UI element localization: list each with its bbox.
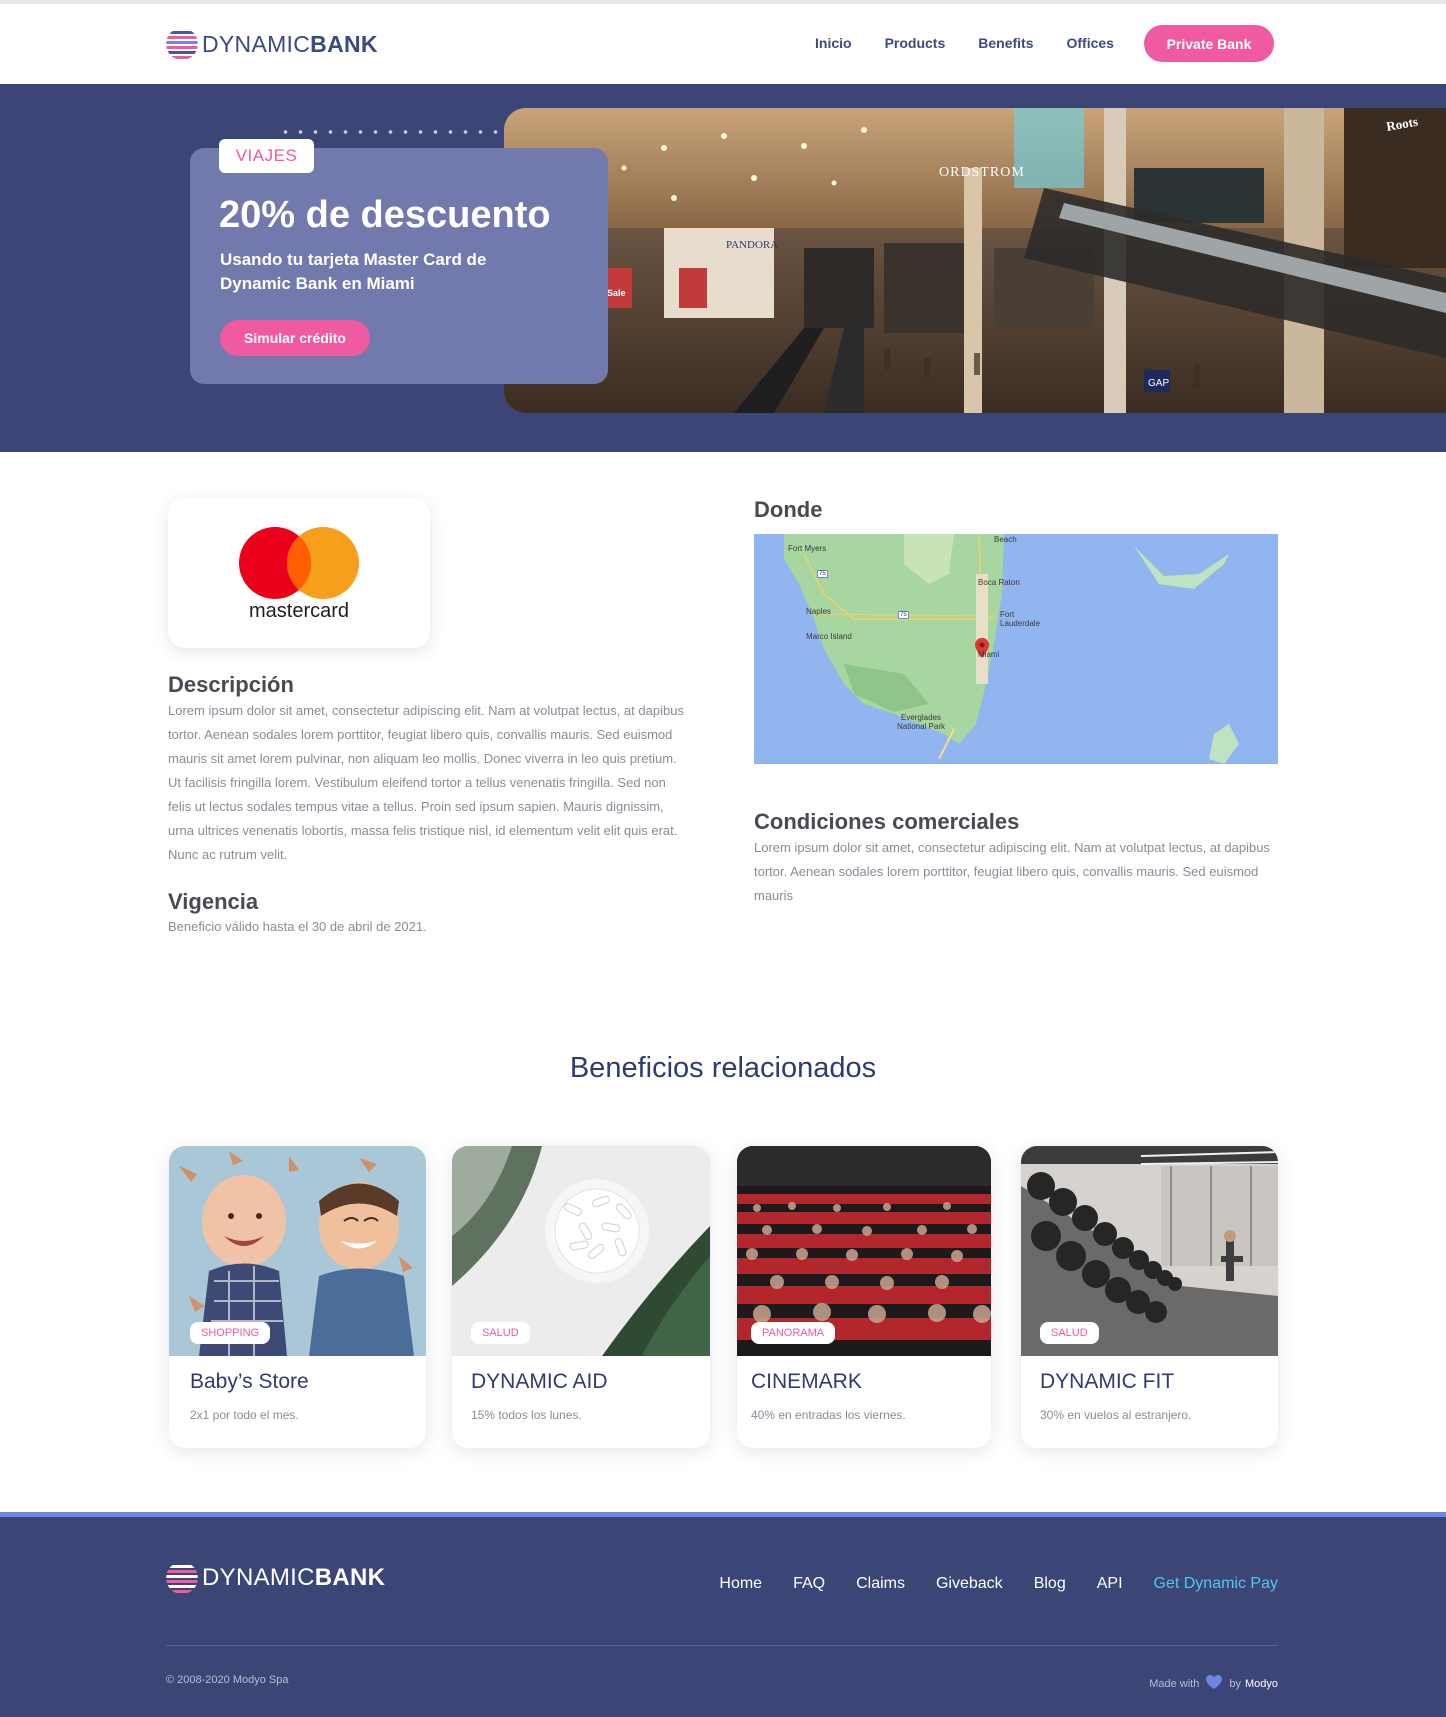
map-label-marco-island: Marco Island xyxy=(806,632,852,641)
benefit-card-dynamic-aid[interactable]: SALUD DYNAMIC AID 15% todos los lunes. xyxy=(452,1146,710,1448)
validity-text: Beneficio válido hasta el 30 de abril de… xyxy=(168,919,427,934)
category-chip: SHOPPING xyxy=(190,1322,271,1344)
hero-title: 20% de descuento xyxy=(219,194,551,236)
footer-logo[interactable]: DYNAMICBANK xyxy=(166,1562,385,1594)
site-footer: DYNAMICBANK Home FAQ Claims Giveback Blo… xyxy=(0,1512,1446,1717)
related-title: Beneficios relacionados xyxy=(569,1052,877,1084)
sale-sign: Sale xyxy=(607,288,626,298)
footer-nav: Home FAQ Claims Giveback Blog API Get Dy… xyxy=(719,1575,1278,1593)
category-chip: PANORAMA xyxy=(751,1322,836,1344)
category-tag: VIAJES xyxy=(219,139,314,173)
benefit-title: Baby’s Store xyxy=(190,1370,309,1393)
map-label-beach: Beach xyxy=(994,535,1017,544)
main-nav: Inicio Products Benefits Offices xyxy=(815,35,1114,51)
map-label-fort-myers: Fort Myers xyxy=(788,544,827,553)
map-label-everglades: Everglades National Park xyxy=(896,713,946,731)
logo-wordmark: DYNAMICBANK xyxy=(202,31,378,58)
benefit-title: CINEMARK xyxy=(751,1370,862,1393)
benefit-card-dynamic-fit[interactable]: SALUD DYNAMIC FIT 30% en vuelos al estra… xyxy=(1021,1146,1278,1448)
benefit-description: 40% en entradas los viernes. xyxy=(751,1408,906,1422)
by-text: by xyxy=(1229,1677,1241,1690)
map-highway-75-bottom: 75 xyxy=(898,611,909,619)
private-bank-button[interactable]: Private Bank xyxy=(1144,25,1274,62)
nav-benefits[interactable]: Benefits xyxy=(978,35,1033,51)
map-label-boca-raton: Boca Raton xyxy=(978,578,1020,587)
benefit-description: 15% todos los lunes. xyxy=(471,1408,582,1422)
map-label-fort-lauderdale: Fort Lauderdale xyxy=(1000,610,1041,628)
header-logo[interactable]: DYNAMICBANK xyxy=(166,28,378,60)
nav-products[interactable]: Products xyxy=(885,35,946,51)
map-label-miami: Miami xyxy=(978,650,1000,659)
benefit-card-cinemark[interactable]: PANORAMA CINEMARK 40% en entradas los vi… xyxy=(737,1146,991,1448)
conditions-title: Condiciones comerciales xyxy=(754,809,1020,834)
hero-subtitle: Usando tu tarjeta Master Card de Dynamic… xyxy=(220,250,487,293)
dynamicbank-logo-icon xyxy=(166,1562,198,1594)
category-chip: SALUD xyxy=(1040,1322,1099,1344)
footer-logo-wordmark: DYNAMICBANK xyxy=(202,1564,385,1592)
dots-decoration xyxy=(278,129,508,135)
category-chip: SALUD xyxy=(471,1322,530,1344)
location-map[interactable]: Fort Myers Beach Boca Raton Fort Lauderd… xyxy=(754,534,1278,764)
benefit-card-babys-store[interactable]: SHOPPING Baby’s Store 2x1 por todo el me… xyxy=(169,1146,426,1448)
description-text: Lorem ipsum dolor sit amet, consectetur … xyxy=(168,703,684,862)
modyo-link[interactable]: Modyo xyxy=(1245,1678,1278,1690)
footer-link-claims[interactable]: Claims xyxy=(856,1575,905,1593)
mastercard-logo-icon xyxy=(238,526,360,600)
footer-link-giveback[interactable]: Giveback xyxy=(936,1575,1003,1593)
benefit-description: 30% en vuelos al estranjero. xyxy=(1040,1408,1192,1422)
benefit-title: DYNAMIC FIT xyxy=(1040,1370,1175,1393)
card-brand-box: mastercard xyxy=(168,498,430,648)
nav-inicio[interactable]: Inicio xyxy=(815,35,852,51)
logo-light-text: DYNAMIC xyxy=(202,30,311,57)
site-header: DYNAMICBANK Inicio Products Benefits Off… xyxy=(0,4,1446,84)
copyright-text: © 2008-2020 Modyo Spa xyxy=(166,1674,289,1686)
card-brand-name: mastercard xyxy=(248,600,350,622)
made-with-text: Made with xyxy=(1149,1677,1200,1690)
logo-bold-text: BANK xyxy=(310,30,378,57)
map-label-naples: Naples xyxy=(806,607,831,616)
made-with-credit: Made with by Modyo xyxy=(1149,1674,1278,1693)
benefit-title: DYNAMIC AID xyxy=(471,1370,608,1393)
where-title: Donde xyxy=(754,497,823,522)
nav-offices[interactable]: Offices xyxy=(1066,35,1113,51)
conditions-text: Lorem ipsum dolor sit amet, consectetur … xyxy=(754,840,1270,903)
simular-credito-button[interactable]: Simular crédito xyxy=(220,320,370,356)
validity-title: Vigencia xyxy=(168,889,259,914)
hero-mall-photo: ORDSTROM PANDORA Roots GAP Sale xyxy=(504,108,1446,413)
logo-light-text: DYNAMIC xyxy=(202,1564,315,1591)
footer-link-get-dynamic-pay[interactable]: Get Dynamic Pay xyxy=(1154,1575,1278,1593)
pandora-sign: PANDORA xyxy=(726,239,778,251)
description-title: Descripción xyxy=(168,672,294,697)
nordstrom-sign: ORDSTROM xyxy=(939,165,1025,180)
hero-banner: ORDSTROM PANDORA Roots GAP Sale VIAJES 2… xyxy=(0,84,1446,452)
heart-icon xyxy=(1205,1674,1223,1693)
footer-link-blog[interactable]: Blog xyxy=(1034,1575,1066,1593)
footer-link-home[interactable]: Home xyxy=(719,1575,762,1593)
footer-link-faq[interactable]: FAQ xyxy=(793,1575,825,1593)
logo-bold-text: BANK xyxy=(314,1564,386,1591)
footer-link-api[interactable]: API xyxy=(1097,1575,1123,1593)
footer-divider xyxy=(166,1645,1278,1646)
map-highway-75-top: 75 xyxy=(817,570,828,578)
gap-sign: GAP xyxy=(1148,378,1169,389)
benefit-description: 2x1 por todo el mes. xyxy=(190,1408,299,1422)
dynamicbank-logo-icon xyxy=(166,28,198,60)
